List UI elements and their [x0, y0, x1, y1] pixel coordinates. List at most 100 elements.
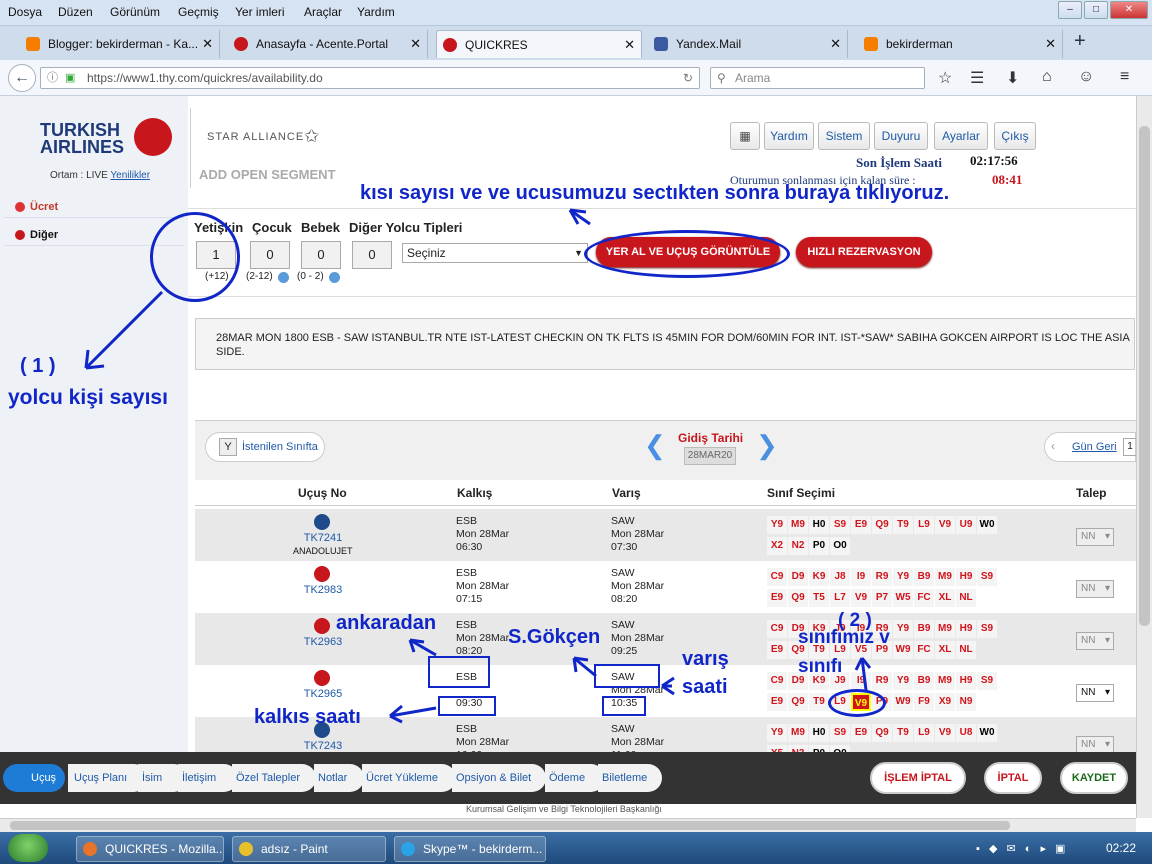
flight-number[interactable]: TK7241	[283, 532, 363, 544]
url-input[interactable]: ⓘ ▣ https://www1.thy.com/quickres/availa…	[40, 67, 700, 89]
class-option[interactable]: N9	[956, 693, 976, 711]
class-option[interactable]: Y9	[893, 672, 913, 690]
class-option[interactable]: B9	[914, 620, 934, 638]
calculator-icon[interactable]: ▦	[730, 122, 760, 150]
departure-date-input[interactable]: 28MAR20	[684, 447, 736, 465]
reading-list-icon[interactable]: ☰	[970, 68, 984, 88]
flight-number[interactable]: TK2983	[283, 584, 363, 596]
minimize-button[interactable]: –	[1058, 1, 1082, 19]
class-option[interactable]: W9	[893, 693, 913, 711]
help-button[interactable]: Yardım	[764, 122, 814, 150]
class-option[interactable]: Q9	[788, 589, 808, 607]
pax-type-select[interactable]: Seçiniz ▼	[402, 243, 588, 263]
class-option[interactable]: E9	[767, 641, 787, 659]
request-select[interactable]: NN ▾	[1076, 684, 1114, 702]
logout-button[interactable]: Çıkış	[994, 122, 1036, 150]
tab-quickres[interactable]: QUICKRES ✕	[436, 30, 642, 58]
child-count-input[interactable]: 0	[250, 241, 290, 269]
class-option[interactable]: XL	[935, 589, 955, 607]
class-option[interactable]: D9	[788, 568, 808, 586]
class-option[interactable]: W5	[893, 589, 913, 607]
class-option[interactable]: L7	[830, 589, 850, 607]
class-option[interactable]: FC	[914, 641, 934, 659]
close-icon[interactable]: ✕	[1045, 30, 1056, 58]
child-info-icon[interactable]	[278, 272, 289, 283]
task-firefox[interactable]: QUICKRES - Mozilla...	[76, 836, 224, 862]
class-option[interactable]: L9	[914, 516, 934, 534]
request-select[interactable]: NN ▾	[1076, 580, 1114, 598]
class-option[interactable]: Q9	[872, 516, 892, 534]
class-option[interactable]: F9	[914, 693, 934, 711]
step-ucus-plani[interactable]: Uçuş Planı	[68, 764, 148, 792]
request-select[interactable]: NN ▾	[1076, 632, 1114, 650]
class-option[interactable]: V9	[935, 516, 955, 534]
class-option[interactable]: P0	[809, 537, 829, 555]
class-option[interactable]: V9	[851, 589, 871, 607]
class-option[interactable]: C9	[767, 568, 787, 586]
task-skype[interactable]: Skype™ - bekirderm...	[394, 836, 546, 862]
step-ucus[interactable]: Uçuş	[3, 764, 65, 792]
class-option[interactable]: K9	[809, 568, 829, 586]
class-option[interactable]: R9	[872, 672, 892, 690]
cancel-button[interactable]: İPTAL	[984, 762, 1042, 794]
flight-number[interactable]: TK2963	[283, 636, 363, 648]
class-option[interactable]: W0	[977, 724, 997, 742]
class-option[interactable]: M9	[935, 620, 955, 638]
class-option[interactable]: Y9	[893, 620, 913, 638]
class-option[interactable]: M9	[935, 672, 955, 690]
class-option[interactable]: M9	[935, 568, 955, 586]
class-option[interactable]: XL	[935, 641, 955, 659]
class-option[interactable]: S9	[830, 516, 850, 534]
class-option[interactable]: I9	[851, 568, 871, 586]
back-arrow-icon[interactable]: ←	[8, 64, 36, 92]
other-count-input[interactable]: 0	[352, 241, 392, 269]
step-ozel-talepler[interactable]: Özel Talepler	[232, 764, 316, 792]
task-paint[interactable]: adsız - Paint	[232, 836, 386, 862]
smiley-icon[interactable]: ☺	[1078, 68, 1094, 86]
class-option[interactable]: U9	[956, 516, 976, 534]
class-option[interactable]: Y9	[767, 516, 787, 534]
quick-reservation-button[interactable]: HIZLI REZERVASYON	[796, 237, 932, 267]
class-option[interactable]: T9	[893, 516, 913, 534]
step-ucret-yukleme[interactable]: Ücret Yükleme	[362, 764, 456, 792]
menu-gorunum[interactable]: Görünüm	[110, 5, 160, 19]
class-option[interactable]: Q9	[788, 693, 808, 711]
class-option[interactable]: Y9	[767, 724, 787, 742]
tab-yandex-mail[interactable]: Yandex.Mail ✕	[648, 30, 848, 58]
class-option[interactable]: S9	[977, 672, 997, 690]
horizontal-scrollbar[interactable]	[0, 818, 1136, 832]
close-icon[interactable]: ✕	[624, 31, 635, 58]
reload-icon[interactable]: ↻	[683, 68, 693, 88]
start-button[interactable]	[8, 834, 48, 862]
whats-new-link[interactable]: Yenilikler	[110, 170, 150, 181]
class-option[interactable]: H0	[809, 724, 829, 742]
menu-gecmis[interactable]: Geçmiş	[178, 5, 219, 19]
add-open-segment[interactable]: ADD OPEN SEGMENT	[199, 167, 336, 182]
class-option[interactable]: T5	[809, 589, 829, 607]
tab-blogger[interactable]: Blogger: bekirderman - Ka... ✕	[20, 30, 220, 58]
hamburger-menu-icon[interactable]: ≡	[1120, 68, 1129, 86]
announcement-button[interactable]: Duyuru	[874, 122, 928, 150]
close-window-button[interactable]: ✕	[1110, 1, 1148, 19]
request-select[interactable]: NN ▾	[1076, 528, 1114, 546]
class-option[interactable]: L9	[914, 724, 934, 742]
tab-bekirderman[interactable]: bekirderman ✕	[858, 30, 1063, 58]
class-option[interactable]: J8	[830, 568, 850, 586]
hscroll-thumb[interactable]	[10, 821, 1010, 830]
flight-number[interactable]: TK2965	[283, 688, 363, 700]
class-option[interactable]: N2	[788, 537, 808, 555]
class-option[interactable]: H9	[956, 568, 976, 586]
infant-count-input[interactable]: 0	[301, 241, 341, 269]
class-option[interactable]: Y9	[893, 568, 913, 586]
step-notlar[interactable]: Notlar	[314, 764, 364, 792]
infant-info-icon[interactable]	[329, 272, 340, 283]
cancel-transaction-button[interactable]: İŞLEM İPTAL	[870, 762, 966, 794]
class-option[interactable]: V9	[935, 724, 955, 742]
class-option[interactable]: H9	[956, 620, 976, 638]
menu-araclar[interactable]: Araçlar	[304, 5, 342, 19]
day-back-count[interactable]: 1	[1123, 438, 1137, 456]
class-option[interactable]: H9	[956, 672, 976, 690]
day-back-control[interactable]: ‹ Gün Geri 1	[1044, 432, 1137, 462]
menu-yer-imleri[interactable]: Yer imleri	[235, 5, 285, 19]
class-option[interactable]: O0	[830, 537, 850, 555]
